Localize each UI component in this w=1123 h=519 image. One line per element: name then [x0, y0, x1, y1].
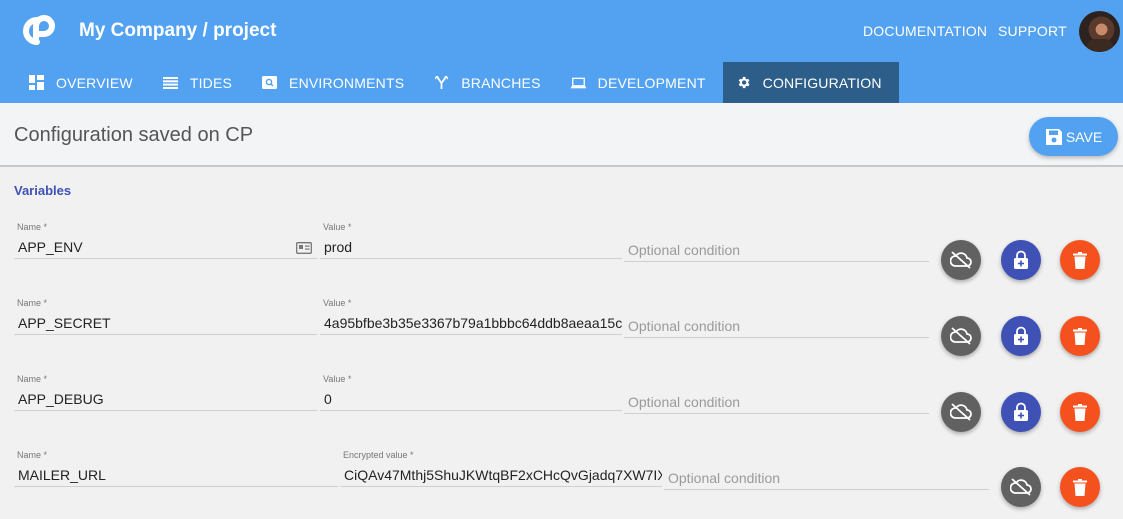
value-label: Value *	[323, 222, 352, 232]
name-field[interactable]: MAILER_URL	[14, 465, 338, 487]
name-field[interactable]: APP_SECRET	[14, 313, 317, 335]
tab-development[interactable]: DEVELOPMENT	[558, 62, 723, 103]
tab-configuration[interactable]: CONFIGURATION	[722, 62, 899, 103]
name-label: Name *	[17, 374, 48, 384]
tab-tides[interactable]: TIDES	[150, 62, 249, 103]
documentation-link[interactable]: DOCUMENTATION	[863, 23, 987, 39]
support-link[interactable]: SUPPORT	[998, 23, 1067, 39]
section-title: Variables	[14, 183, 72, 198]
lock-plus-icon	[1014, 402, 1028, 421]
floppy-disk-icon	[1045, 128, 1062, 145]
logo-icon[interactable]	[20, 14, 60, 48]
name-label: Name *	[17, 450, 48, 460]
gear-icon	[736, 75, 751, 90]
environment-icon	[262, 75, 278, 90]
tab-label: CONFIGURATION	[762, 74, 882, 91]
condition-field[interactable]: Optional condition	[664, 468, 989, 490]
condition-field[interactable]: Optional condition	[624, 392, 929, 414]
grid-icon	[29, 75, 44, 90]
lock-plus-icon	[1014, 326, 1028, 345]
list-icon	[162, 75, 178, 90]
cloud-off-button[interactable]	[941, 316, 981, 356]
cloud-off-button[interactable]	[941, 392, 981, 432]
value-field[interactable]: prod	[320, 237, 622, 259]
tab-branches[interactable]: BRANCHES	[421, 62, 557, 103]
tab-label: TIDES	[189, 74, 233, 91]
name-field[interactable]: APP_ENV	[14, 237, 317, 259]
id-card-icon[interactable]	[296, 242, 312, 254]
tab-label: BRANCHES	[461, 74, 541, 91]
trash-icon	[1073, 478, 1087, 496]
value-field[interactable]: 4a95bfbe3b35e3367b79a1bbbc64ddb8aeaa15c	[320, 313, 622, 335]
tab-label: DEVELOPMENT	[597, 74, 706, 91]
trash-icon	[1073, 403, 1087, 421]
lock-plus-icon	[1014, 250, 1028, 269]
cloud-off-button[interactable]	[1001, 467, 1041, 507]
name-label: Name *	[17, 222, 48, 232]
encrypt-button[interactable]	[1001, 240, 1041, 280]
cloud-off-icon	[950, 251, 972, 269]
name-label: Name *	[17, 298, 48, 308]
encrypted-value-field[interactable]: CiQAv47Mthj5ShuJKWtqBF2xCHcQvGjadq7XW7IX	[340, 465, 662, 487]
trash-icon	[1073, 327, 1087, 345]
tab-environments[interactable]: ENVIRONMENTS	[249, 62, 421, 103]
cloud-off-icon	[1010, 478, 1032, 496]
cloud-off-icon	[950, 403, 972, 421]
condition-field[interactable]: Optional condition	[624, 240, 929, 262]
save-label: SAVE	[1065, 128, 1103, 145]
delete-button[interactable]	[1060, 392, 1100, 432]
trash-icon	[1073, 251, 1087, 269]
delete-button[interactable]	[1060, 316, 1100, 356]
value-field[interactable]: 0	[320, 389, 622, 411]
encrypted-value-label: Encrypted value *	[343, 450, 414, 460]
encrypt-button[interactable]	[1001, 392, 1041, 432]
nav-tabs: OVERVIEW TIDES ENVIRONMENTS BRANCHES DEV…	[16, 62, 899, 103]
cloud-off-icon	[950, 327, 972, 345]
delete-button[interactable]	[1060, 240, 1100, 280]
value-label: Value *	[323, 298, 352, 308]
cloud-off-button[interactable]	[941, 240, 981, 280]
avatar[interactable]	[1079, 11, 1120, 52]
tab-label: OVERVIEW	[56, 74, 133, 91]
condition-field[interactable]: Optional condition	[624, 316, 929, 338]
tab-overview[interactable]: OVERVIEW	[16, 62, 150, 103]
tab-label: ENVIRONMENTS	[289, 74, 405, 91]
page-header: Configuration saved on CP SAVE	[0, 103, 1123, 167]
delete-button[interactable]	[1060, 467, 1100, 507]
save-button[interactable]: SAVE	[1029, 117, 1118, 156]
branch-icon	[434, 75, 449, 90]
page-title: Configuration saved on CP	[14, 124, 254, 146]
app-header: My Company / project DOCUMENTATION SUPPO…	[0, 0, 1123, 103]
project-title[interactable]: My Company / project	[79, 20, 276, 42]
name-field[interactable]: APP_DEBUG	[14, 389, 317, 411]
laptop-icon	[570, 75, 586, 90]
value-label: Value *	[323, 374, 352, 384]
encrypt-button[interactable]	[1001, 316, 1041, 356]
